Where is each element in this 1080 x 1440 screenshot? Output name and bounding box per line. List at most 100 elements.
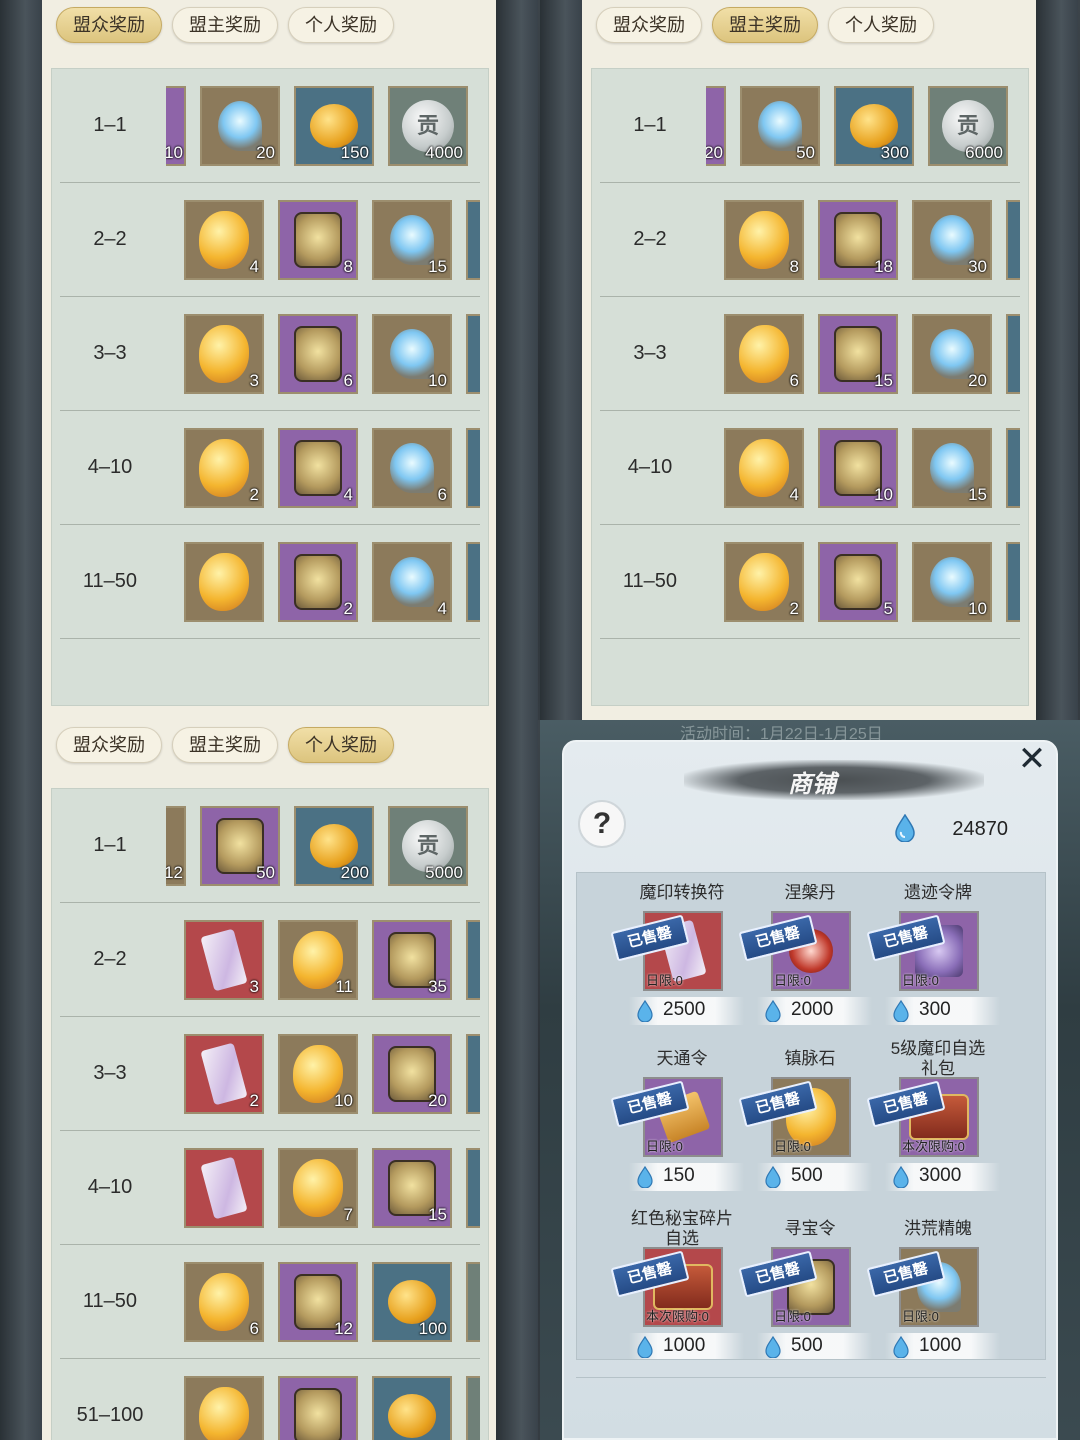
- item-count: 2: [343, 599, 353, 618]
- pendant-token-icon: [294, 326, 342, 382]
- reward-item[interactable]: 贡 5000: [388, 806, 468, 886]
- reward-item[interactable]: [184, 542, 264, 622]
- reward-item[interactable]: [372, 1376, 452, 1440]
- reward-row: 2–2 4 8 15: [60, 183, 480, 297]
- close-button[interactable]: ✕: [1014, 742, 1050, 778]
- tab-personal[interactable]: 个人奖励: [828, 7, 934, 43]
- reward-item[interactable]: 150: [294, 86, 374, 166]
- rank-range: 11–50: [622, 570, 678, 592]
- reward-item-partial[interactable]: [1006, 428, 1020, 508]
- reward-item-partial[interactable]: [1006, 542, 1020, 622]
- reward-item[interactable]: 2: [184, 1034, 264, 1114]
- reward-item[interactable]: 15: [912, 428, 992, 508]
- reward-item[interactable]: 300: [834, 86, 914, 166]
- reward-item-partial[interactable]: 12: [166, 806, 186, 886]
- reward-item[interactable]: 15: [372, 200, 452, 280]
- reward-item-partial[interactable]: [466, 920, 480, 1000]
- reward-item[interactable]: 200: [294, 806, 374, 886]
- reward-item[interactable]: 11: [278, 920, 358, 1000]
- reward-item[interactable]: 6: [372, 428, 452, 508]
- reward-item[interactable]: 贡 4000: [388, 86, 468, 166]
- tab-leader[interactable]: 盟主奖励: [172, 727, 278, 763]
- reward-item[interactable]: 10: [372, 314, 452, 394]
- price-value: 2000: [791, 999, 834, 1020]
- reward-item[interactable]: 50: [740, 86, 820, 166]
- reward-item[interactable]: 贡 6000: [928, 86, 1008, 166]
- reward-item-partial[interactable]: [466, 200, 480, 280]
- shop-item[interactable]: 寻宝令 日限:0 已售罄 500: [738, 1219, 875, 1359]
- reward-item[interactable]: 30: [912, 200, 992, 280]
- rank-range: 1–1: [93, 114, 127, 136]
- shop-item[interactable]: 洪荒精魄 日限:0 已售罄 1000: [866, 1219, 1003, 1359]
- reward-item-partial[interactable]: [466, 1262, 480, 1342]
- reward-item-partial[interactable]: 10: [166, 86, 186, 166]
- shop-item[interactable]: 遗迹令牌 日限:0 已售罄 300: [866, 883, 1003, 1053]
- reward-item[interactable]: 10: [278, 1034, 358, 1114]
- item-count: 200: [340, 863, 369, 882]
- reward-item[interactable]: 20: [912, 314, 992, 394]
- reward-items: 4 10 15: [724, 428, 1020, 508]
- shop-item[interactable]: 天通令 日限:0 已售罄 150: [610, 1049, 747, 1219]
- tab-personal[interactable]: 个人奖励: [288, 727, 394, 763]
- spirit-drop-icon: [893, 1166, 909, 1188]
- reward-item[interactable]: 15: [372, 1148, 452, 1228]
- reward-row: 11–50 2 4: [60, 525, 480, 639]
- tab-members[interactable]: 盟众奖励: [56, 727, 162, 763]
- reward-item-partial[interactable]: [466, 1034, 480, 1114]
- reward-item-partial[interactable]: [466, 542, 480, 622]
- reward-item[interactable]: 4: [372, 542, 452, 622]
- shop-item[interactable]: 5级魔印自选 礼包 本次限购:0 已售罄 3000: [866, 1039, 1003, 1219]
- reward-item-partial[interactable]: [466, 428, 480, 508]
- reward-item[interactable]: 18: [818, 200, 898, 280]
- reward-item[interactable]: 4: [724, 428, 804, 508]
- reward-item[interactable]: 100: [372, 1262, 452, 1342]
- rank-range: 3–3: [93, 1062, 127, 1084]
- purchase-limit: 日限:0: [774, 973, 811, 988]
- reward-item[interactable]: 20: [200, 86, 280, 166]
- reward-item[interactable]: 35: [372, 920, 452, 1000]
- reward-item[interactable]: 3: [184, 920, 264, 1000]
- reward-item[interactable]: [278, 1376, 358, 1440]
- reward-item[interactable]: 10: [912, 542, 992, 622]
- reward-item[interactable]: 2: [184, 428, 264, 508]
- reward-item-partial[interactable]: [1006, 314, 1020, 394]
- reward-item[interactable]: 2: [724, 542, 804, 622]
- tab-members[interactable]: 盟众奖励: [596, 7, 702, 43]
- reward-item-partial[interactable]: [466, 1148, 480, 1228]
- tab-leader[interactable]: 盟主奖励: [172, 7, 278, 43]
- reward-item-partial[interactable]: [466, 314, 480, 394]
- reward-item[interactable]: 7: [278, 1148, 358, 1228]
- tab-personal[interactable]: 个人奖励: [288, 7, 394, 43]
- reward-item[interactable]: 20: [372, 1034, 452, 1114]
- item-count: 5000: [425, 863, 463, 882]
- reward-item[interactable]: [184, 1376, 264, 1440]
- reward-item[interactable]: 6: [724, 314, 804, 394]
- reward-item[interactable]: 3: [184, 314, 264, 394]
- shop-item[interactable]: 红色秘宝碎片 自选 本次限购:0 已售罄 1000: [610, 1209, 747, 1359]
- item-count: 2: [789, 599, 799, 618]
- reward-item[interactable]: 50: [200, 806, 280, 886]
- reward-item[interactable]: 10: [818, 428, 898, 508]
- help-button[interactable]: ?: [578, 800, 626, 848]
- shop-item[interactable]: 魔印转换符 日限:0 已售罄 2500: [610, 883, 747, 1053]
- reward-item[interactable]: 15: [818, 314, 898, 394]
- rank-range: 1–1: [633, 114, 667, 136]
- tab-members[interactable]: 盟众奖励: [56, 7, 162, 43]
- reward-item-partial[interactable]: [1006, 200, 1020, 280]
- reward-item[interactable]: 6: [278, 314, 358, 394]
- reward-item[interactable]: 4: [184, 200, 264, 280]
- reward-item[interactable]: [184, 1148, 264, 1228]
- reward-item[interactable]: 12: [278, 1262, 358, 1342]
- reward-item-partial[interactable]: 20: [706, 86, 726, 166]
- reward-item[interactable]: 4: [278, 428, 358, 508]
- shop-item[interactable]: 镇脉石 日限:0 已售罄 500: [738, 1049, 875, 1219]
- tab-leader[interactable]: 盟主奖励: [712, 7, 818, 43]
- reward-item[interactable]: 5: [818, 542, 898, 622]
- reward-item[interactable]: 6: [184, 1262, 264, 1342]
- reward-item[interactable]: 8: [278, 200, 358, 280]
- reward-item[interactable]: 8: [724, 200, 804, 280]
- reward-row: 11–50 6 12 100: [60, 1245, 480, 1359]
- shop-item[interactable]: 涅槃丹 日限:0 已售罄 2000: [738, 883, 875, 1053]
- reward-item-partial[interactable]: [466, 1376, 480, 1440]
- reward-item[interactable]: 2: [278, 542, 358, 622]
